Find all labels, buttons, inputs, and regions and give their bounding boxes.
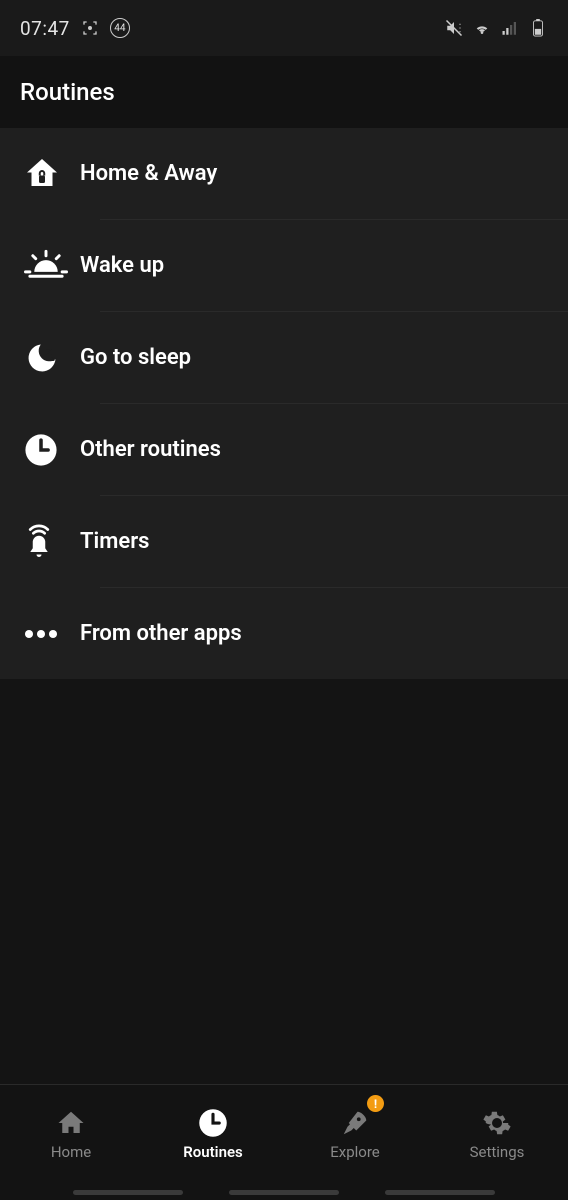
list-item-go-to-sleep[interactable]: Z z Go to sleep — [0, 312, 568, 403]
moon-zz-icon: Z z — [24, 340, 80, 376]
list-item-label: Other routines — [80, 437, 221, 462]
list-item-label: Home & Away — [80, 161, 217, 186]
status-time: 07:47 — [20, 17, 70, 40]
list-item-label: Wake up — [80, 253, 164, 278]
nav-settings[interactable]: Settings — [426, 1085, 568, 1184]
clock-icon — [24, 433, 80, 467]
list-item-label: Go to sleep — [80, 345, 191, 370]
gesture-pill[interactable] — [73, 1190, 183, 1195]
page-header: Routines — [0, 56, 568, 128]
list-item-home-away[interactable]: Home & Away — [0, 128, 568, 219]
nav-routines[interactable]: Routines — [142, 1085, 284, 1184]
status-bar: 07:47 44 — [0, 0, 568, 56]
dots-icon — [24, 629, 80, 639]
list-item-label: From other apps — [80, 621, 242, 646]
nav-label: Home — [51, 1143, 91, 1161]
notification-count-icon: 44 — [110, 18, 130, 38]
clock-icon — [198, 1108, 228, 1138]
list-item-wake-up[interactable]: Wake up — [0, 220, 568, 311]
sunrise-icon — [24, 248, 80, 284]
list-item-from-other-apps[interactable]: From other apps — [0, 588, 568, 679]
empty-area — [0, 679, 568, 1084]
nav-explore[interactable]: ! Explore — [284, 1085, 426, 1184]
list-item-label: Timers — [80, 529, 149, 554]
camera-indicator-icon — [80, 18, 100, 38]
signal-icon — [500, 18, 520, 38]
list-item-timers[interactable]: Timers — [0, 496, 568, 587]
routines-list: Home & Away Wake up — [0, 128, 568, 679]
bell-waves-icon — [24, 524, 80, 560]
svg-text:z: z — [51, 354, 55, 363]
gear-icon — [482, 1108, 512, 1138]
wifi-icon — [472, 18, 492, 38]
nav-label: Routines — [183, 1143, 243, 1161]
page-title: Routines — [20, 78, 548, 106]
nav-home[interactable]: Home — [0, 1085, 142, 1184]
home-lock-icon — [24, 156, 80, 192]
mute-vibrate-icon — [444, 18, 464, 38]
rocket-icon — [340, 1108, 370, 1138]
notification-badge: ! — [367, 1095, 384, 1112]
home-icon — [56, 1108, 86, 1138]
nav-label: Settings — [470, 1143, 525, 1161]
nav-label: Explore — [330, 1143, 380, 1161]
gesture-pill[interactable] — [229, 1190, 339, 1195]
gesture-bar — [0, 1184, 568, 1200]
gesture-pill[interactable] — [385, 1190, 495, 1195]
list-item-other-routines[interactable]: Other routines — [0, 404, 568, 495]
bottom-nav: Home Routines ! Explore — [0, 1084, 568, 1184]
battery-icon — [528, 18, 548, 38]
